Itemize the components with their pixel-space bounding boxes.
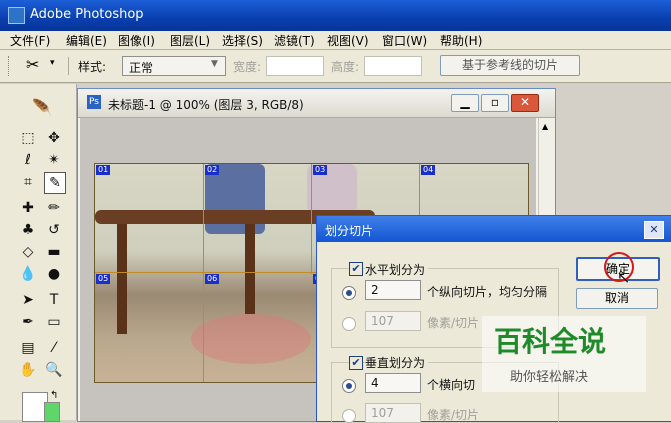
- gradient-tool-icon[interactable]: ▬: [44, 242, 64, 262]
- watermark: 百科全说 助你轻松解决: [482, 316, 646, 392]
- horizontal-pixels-suffix: 像素/切片: [427, 316, 480, 330]
- vertical-count-value: 4: [371, 376, 379, 390]
- pink-patch: [191, 314, 311, 364]
- style-value: 正常: [129, 61, 154, 75]
- zoom-tool-icon[interactable]: 🔍: [44, 360, 64, 380]
- style-label: 样式:: [78, 60, 107, 74]
- slice-tool-icon[interactable]: ✎: [44, 172, 66, 194]
- style-select[interactable]: 正常 ▼: [122, 56, 226, 76]
- horizontal-pixels-radio[interactable]: [342, 317, 356, 331]
- magic-wand-icon[interactable]: ✴: [44, 150, 64, 170]
- horizontal-pixels-input[interactable]: 107: [365, 311, 421, 331]
- bench-leg-left: [117, 224, 127, 334]
- document-title-bar: Ps 未标题-1 @ 100% (图层 3, RGB/8) ▁ ▫ ✕: [78, 89, 555, 118]
- grip-handle: [8, 56, 11, 76]
- dialog-title: 划分切片: [325, 224, 374, 238]
- slice-tag[interactable]: 01: [96, 165, 111, 175]
- horizontal-count-radio[interactable]: [342, 286, 356, 300]
- slice-tag[interactable]: 05: [96, 274, 111, 284]
- divider: [68, 57, 69, 75]
- history-brush-icon[interactable]: ↺: [44, 220, 64, 240]
- pen-tool-icon[interactable]: ✒: [18, 312, 38, 332]
- app-title-bar: Adobe Photoshop: [0, 0, 671, 31]
- menu-layer[interactable]: 图层(L): [170, 32, 210, 49]
- dialog-close-button[interactable]: ✕: [644, 221, 664, 239]
- menu-file[interactable]: 文件(F): [10, 32, 50, 49]
- horizontal-checkbox[interactable]: ✔: [349, 262, 363, 276]
- dialog-title-bar: 划分切片 ✕: [317, 216, 671, 242]
- slice-tag[interactable]: 02: [205, 165, 220, 175]
- slice-tag[interactable]: 04: [421, 165, 436, 175]
- mouse-cursor-icon: ↖: [617, 268, 631, 287]
- slice-line-v1: [203, 164, 204, 382]
- swap-colors-icon[interactable]: ↰: [50, 390, 58, 401]
- vertical-count-suffix: 个横向切: [427, 378, 476, 392]
- hand-tool-icon[interactable]: ✋: [18, 360, 38, 380]
- close-button[interactable]: ✕: [511, 94, 539, 112]
- brush-tool-icon[interactable]: ✏: [44, 198, 64, 218]
- slices-from-guides-button[interactable]: 基于参考线的切片: [440, 55, 580, 76]
- shape-tool-icon[interactable]: ▭: [44, 312, 64, 332]
- width-input[interactable]: [266, 56, 324, 76]
- toolbox: 🪶 ⬚ ✥ ℓ ✴ ⌗ ✎ ✚ ✏ ♣ ↺ ◇ ▬ 💧 ● ➤ T ✒ ▭ ▤ …: [0, 84, 77, 422]
- watermark-title: 百科全说: [494, 325, 607, 358]
- lasso-tool-icon[interactable]: ℓ: [18, 150, 38, 170]
- dodge-tool-icon[interactable]: ●: [44, 264, 64, 284]
- eraser-tool-icon[interactable]: ◇: [18, 242, 38, 262]
- horizontal-pixels-value: 107: [371, 314, 394, 328]
- vertical-checkbox[interactable]: ✔: [349, 356, 363, 370]
- bench-leg-right: [245, 224, 255, 314]
- feather-icon: 🪶: [32, 98, 52, 117]
- vertical-pixels-radio[interactable]: [342, 409, 356, 423]
- horizontal-count-suffix: 个纵向切片，均匀分隔: [427, 285, 548, 299]
- menu-view[interactable]: 视图(V): [327, 32, 369, 49]
- eyedropper-icon[interactable]: ⁄: [44, 338, 64, 358]
- document-icon: Ps: [87, 95, 101, 109]
- menu-help[interactable]: 帮助(H): [440, 32, 482, 49]
- height-label: 高度:: [331, 60, 360, 74]
- horizontal-count-value: 2: [371, 283, 379, 297]
- slice-tag[interactable]: 03: [313, 165, 328, 175]
- watermark-subtitle: 助你轻松解决: [510, 370, 589, 385]
- menu-window[interactable]: 窗口(W): [382, 32, 427, 49]
- options-bar: ✂ ▾ 样式: 正常 ▼ 宽度: 高度: 基于参考线的切片: [0, 50, 671, 83]
- path-select-icon[interactable]: ➤: [18, 290, 38, 310]
- vertical-count-input[interactable]: 4: [365, 373, 421, 393]
- menu-edit[interactable]: 编辑(E): [66, 32, 107, 49]
- clone-stamp-icon[interactable]: ♣: [18, 220, 38, 240]
- maximize-button[interactable]: ▫: [481, 94, 509, 112]
- app-title: Adobe Photoshop: [30, 7, 144, 22]
- healing-brush-icon[interactable]: ✚: [18, 198, 38, 218]
- height-input[interactable]: [364, 56, 422, 76]
- menu-select[interactable]: 选择(S): [222, 32, 263, 49]
- slice-line-v2: [311, 164, 312, 274]
- vertical-pixels-value: 107: [371, 406, 394, 420]
- move-tool-icon[interactable]: ✥: [44, 128, 64, 148]
- slice-tool-icon[interactable]: ✂: [26, 55, 39, 74]
- width-label: 宽度:: [233, 60, 262, 74]
- minimize-button[interactable]: ▁: [451, 94, 479, 112]
- notes-tool-icon[interactable]: ▤: [18, 338, 38, 358]
- chevron-down-icon[interactable]: ▾: [50, 58, 55, 68]
- background-color-swatch[interactable]: [44, 402, 60, 422]
- vertical-label: 垂直划分为: [365, 354, 429, 371]
- menu-image[interactable]: 图像(I): [118, 32, 155, 49]
- cancel-button[interactable]: 取消: [576, 288, 658, 309]
- vertical-pixels-suffix: 像素/切片: [427, 408, 480, 422]
- horizontal-count-input[interactable]: 2: [365, 280, 421, 300]
- menu-filter[interactable]: 滤镜(T): [274, 32, 315, 49]
- vertical-count-radio[interactable]: [342, 379, 356, 393]
- horizontal-label: 水平划分为: [365, 261, 429, 278]
- blur-tool-icon[interactable]: 💧: [18, 264, 38, 284]
- slice-tag[interactable]: 06: [205, 274, 220, 284]
- marquee-tool-icon[interactable]: ⬚: [18, 128, 38, 148]
- vertical-pixels-input[interactable]: 107: [365, 403, 421, 423]
- chevron-down-icon: ▼: [211, 59, 218, 69]
- document-title: 未标题-1 @ 100% (图层 3, RGB/8): [108, 98, 304, 112]
- photoshop-icon: [8, 7, 25, 24]
- crop-tool-icon[interactable]: ⌗: [18, 172, 38, 192]
- type-tool-icon[interactable]: T: [44, 290, 64, 310]
- menu-bar: 文件(F) 编辑(E) 图像(I) 图层(L) 选择(S) 滤镜(T) 视图(V…: [0, 31, 671, 50]
- chevron-up-icon[interactable]: ▲: [542, 122, 548, 131]
